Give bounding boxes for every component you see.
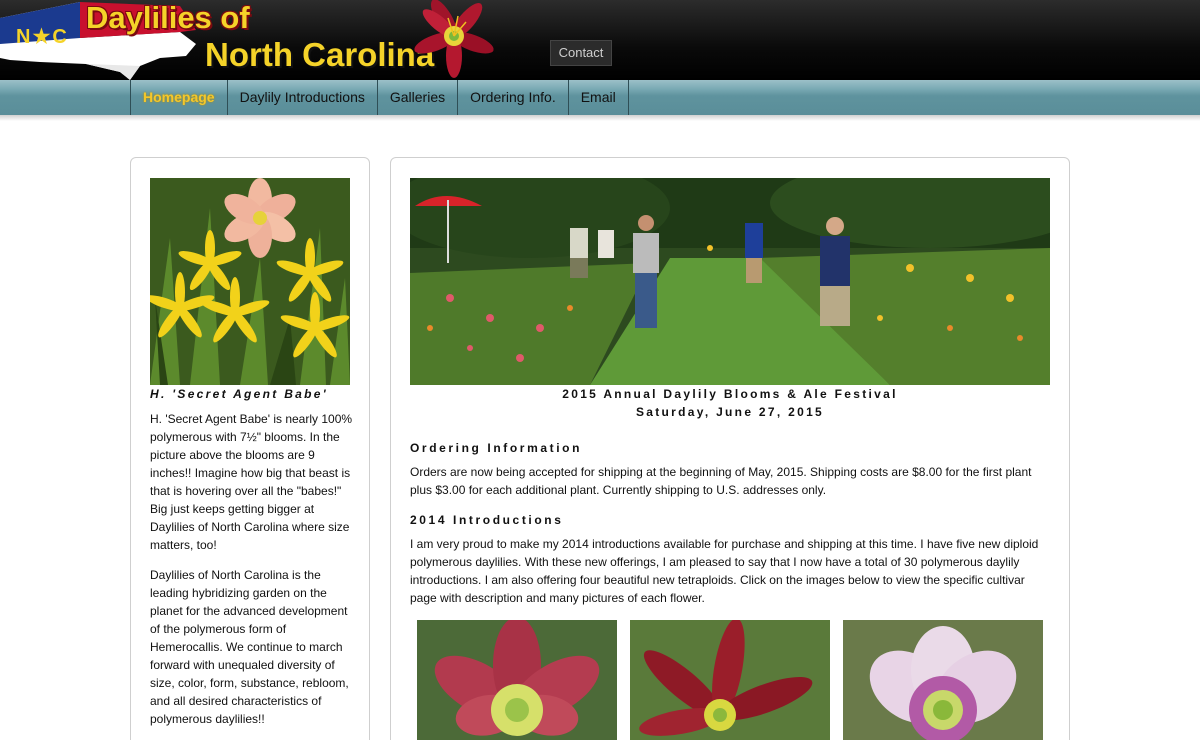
nav-item-homepage[interactable]: Homepage	[130, 80, 227, 115]
festival-photo	[410, 178, 1050, 385]
introductions-text: I am very proud to make my 2014 introduc…	[410, 537, 1039, 605]
main-panel: 2015 Annual Daylily Blooms & Ale Festiva…	[390, 157, 1070, 740]
cultivar-thumbnail-3[interactable]	[843, 620, 1043, 740]
introductions-heading: 2014 Introductions	[410, 513, 564, 527]
ordering-info-text: Orders are now being accepted for shippi…	[410, 465, 1032, 497]
logo-title-line1: Daylilies of	[86, 0, 250, 35]
cultivar-thumbnail-1[interactable]	[417, 620, 617, 740]
logo-title-line2: North Carolina	[205, 36, 435, 73]
hero-caption-title: 2015 Annual Daylily Blooms & Ale Festiva…	[562, 387, 898, 401]
nav-item-daylily-introductions[interactable]: Daylily Introductions	[226, 80, 377, 115]
site-header: N★C Daylilies of North Carolina Contact	[0, 0, 1200, 80]
nav-item-email[interactable]: Email	[567, 80, 629, 115]
sidebar-paragraph-2: Daylilies of North Carolina is the leadi…	[150, 568, 349, 726]
nav-bar-shadow	[0, 115, 1200, 121]
cultivar-thumbnail-2[interactable]	[630, 620, 830, 740]
hero-caption-date: Saturday, June 27, 2015	[635, 405, 825, 419]
photo-caption: H. 'Secret Agent Babe'	[150, 387, 328, 401]
daylily-flower-icon	[414, 0, 494, 78]
ordering-info-heading: Ordering Information	[410, 441, 582, 455]
sidebar-paragraph-1: H. 'Secret Agent Babe' is nearly 100% po…	[150, 412, 353, 552]
secret-agent-babe-photo	[150, 178, 350, 385]
logo-nc-letters: N★C	[16, 26, 69, 48]
site-logo[interactable]: N★C Daylilies of North Carolina	[0, 0, 500, 80]
sidebar-panel: H. 'Secret Agent Babe' H. 'Secret Agent …	[130, 157, 370, 740]
nav-item-ordering-info[interactable]: Ordering Info.	[457, 80, 568, 115]
nav-item-galleries[interactable]: Galleries	[376, 80, 457, 115]
contact-button[interactable]: Contact	[550, 40, 612, 66]
main-nav: Homepage Daylily Introductions Galleries…	[130, 80, 629, 115]
